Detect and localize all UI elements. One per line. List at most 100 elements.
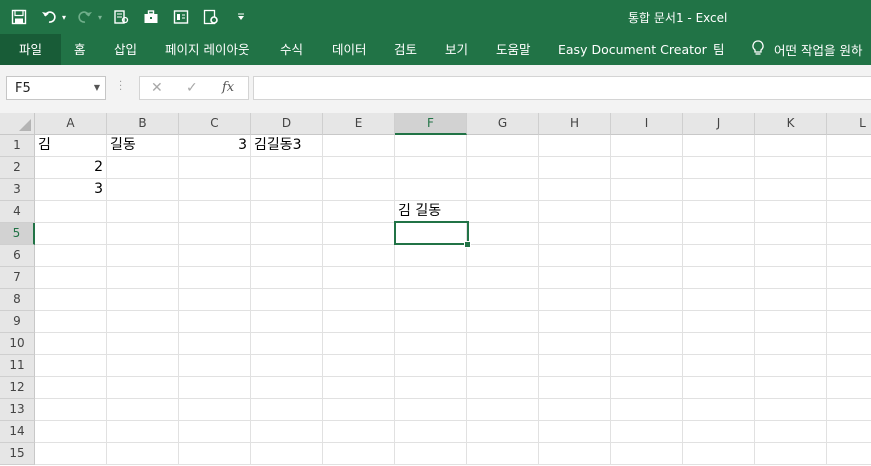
cell-c6[interactable] (179, 245, 251, 267)
cell-g12[interactable] (467, 377, 539, 399)
customize-toolbar-icon[interactable] (230, 6, 252, 28)
cell-c14[interactable] (179, 421, 251, 443)
column-header-c[interactable]: C (179, 113, 251, 135)
cell-c8[interactable] (179, 289, 251, 311)
cell-h12[interactable] (539, 377, 611, 399)
worksheet-grid[interactable]: ABCDEFGHIJKL 1 2 3 4 5 6 7 8 9 10 11 12 13 14 15 김 길동 3 김… (0, 113, 871, 466)
cell-j14[interactable] (683, 421, 755, 443)
row-header-6[interactable]: 6 (0, 245, 35, 267)
cell-a4[interactable] (35, 201, 107, 223)
briefcase-icon[interactable] (140, 6, 162, 28)
cell-b15[interactable] (107, 443, 179, 465)
cell-e3[interactable] (323, 179, 395, 201)
row-header-7[interactable]: 7 (0, 267, 35, 289)
cell-b12[interactable] (107, 377, 179, 399)
cell-l13[interactable] (827, 399, 871, 421)
settings-sheet-icon[interactable] (200, 6, 222, 28)
cell-f9[interactable] (395, 311, 467, 333)
row-header-4[interactable]: 4 (0, 201, 35, 223)
fill-handle[interactable] (464, 241, 471, 248)
cell-h15[interactable] (539, 443, 611, 465)
print-preview-icon[interactable] (110, 6, 132, 28)
column-header-j[interactable]: J (683, 113, 755, 135)
cell-k10[interactable] (755, 333, 827, 355)
cell-k12[interactable] (755, 377, 827, 399)
cell-h7[interactable] (539, 267, 611, 289)
cell-e9[interactable] (323, 311, 395, 333)
tab-file[interactable]: 파일 (0, 34, 61, 65)
row-header-15[interactable]: 15 (0, 443, 35, 465)
cell-l8[interactable] (827, 289, 871, 311)
cell-g1[interactable] (467, 135, 539, 157)
cell-d13[interactable] (251, 399, 323, 421)
cell-k13[interactable] (755, 399, 827, 421)
cell-h10[interactable] (539, 333, 611, 355)
tab-team[interactable]: 팀 (713, 34, 725, 65)
row-header-2[interactable]: 2 (0, 157, 35, 179)
cell-g10[interactable] (467, 333, 539, 355)
cell-i1[interactable] (611, 135, 683, 157)
cell-i2[interactable] (611, 157, 683, 179)
cell-j8[interactable] (683, 289, 755, 311)
cell-d10[interactable] (251, 333, 323, 355)
resize-handle-icon[interactable]: · · · (119, 78, 122, 96)
cell-e5[interactable] (323, 223, 395, 245)
cell-d11[interactable] (251, 355, 323, 377)
cell-k6[interactable] (755, 245, 827, 267)
cell-a3[interactable]: 3 (35, 179, 107, 201)
cell-c15[interactable] (179, 443, 251, 465)
cell-a1[interactable]: 김 (35, 135, 107, 157)
cell-h14[interactable] (539, 421, 611, 443)
cell-j5[interactable] (683, 223, 755, 245)
save-icon[interactable] (8, 6, 30, 28)
undo-dropdown-icon[interactable]: ▾ (62, 13, 66, 22)
column-header-d[interactable]: D (251, 113, 323, 135)
column-header-l[interactable]: L (827, 113, 871, 135)
cell-d5[interactable] (251, 223, 323, 245)
cell-c13[interactable] (179, 399, 251, 421)
cell-c5[interactable] (179, 223, 251, 245)
cell-j11[interactable] (683, 355, 755, 377)
cell-h4[interactable] (539, 201, 611, 223)
cell-j12[interactable] (683, 377, 755, 399)
cell-k2[interactable] (755, 157, 827, 179)
cell-b9[interactable] (107, 311, 179, 333)
row-header-11[interactable]: 11 (0, 355, 35, 377)
cell-b7[interactable] (107, 267, 179, 289)
tab-easy-document-creator[interactable]: Easy Document Creator (558, 34, 707, 65)
cell-a9[interactable] (35, 311, 107, 333)
cell-l4[interactable] (827, 201, 871, 223)
column-header-a[interactable]: A (35, 113, 107, 135)
cell-e6[interactable] (323, 245, 395, 267)
redo-dropdown-icon[interactable]: ▾ (98, 13, 102, 22)
cell-g9[interactable] (467, 311, 539, 333)
name-box-dropdown-icon[interactable]: ▼ (94, 83, 100, 92)
row-header-5[interactable]: 5 (0, 223, 35, 245)
cell-d4[interactable] (251, 201, 323, 223)
cell-f8[interactable] (395, 289, 467, 311)
cell-l7[interactable] (827, 267, 871, 289)
undo-icon[interactable] (38, 6, 60, 28)
cell-e15[interactable] (323, 443, 395, 465)
cell-d14[interactable] (251, 421, 323, 443)
row-header-10[interactable]: 10 (0, 333, 35, 355)
cell-f13[interactable] (395, 399, 467, 421)
cell-l9[interactable] (827, 311, 871, 333)
cell-d2[interactable] (251, 157, 323, 179)
tab-page-layout[interactable]: 페이지 레이아웃 (165, 34, 249, 65)
cell-d9[interactable] (251, 311, 323, 333)
cell-j3[interactable] (683, 179, 755, 201)
cell-a5[interactable] (35, 223, 107, 245)
cell-h6[interactable] (539, 245, 611, 267)
cell-b1[interactable]: 길동 (107, 135, 179, 157)
cell-j10[interactable] (683, 333, 755, 355)
cell-c1[interactable]: 3 (179, 135, 251, 157)
cell-f6[interactable] (395, 245, 467, 267)
column-header-e[interactable]: E (323, 113, 395, 135)
name-box[interactable]: F5 ▼ (6, 76, 106, 100)
cell-i9[interactable] (611, 311, 683, 333)
cell-l14[interactable] (827, 421, 871, 443)
select-all-button[interactable] (0, 113, 35, 135)
cell-f3[interactable] (395, 179, 467, 201)
insert-function-icon[interactable]: fx (222, 80, 234, 95)
